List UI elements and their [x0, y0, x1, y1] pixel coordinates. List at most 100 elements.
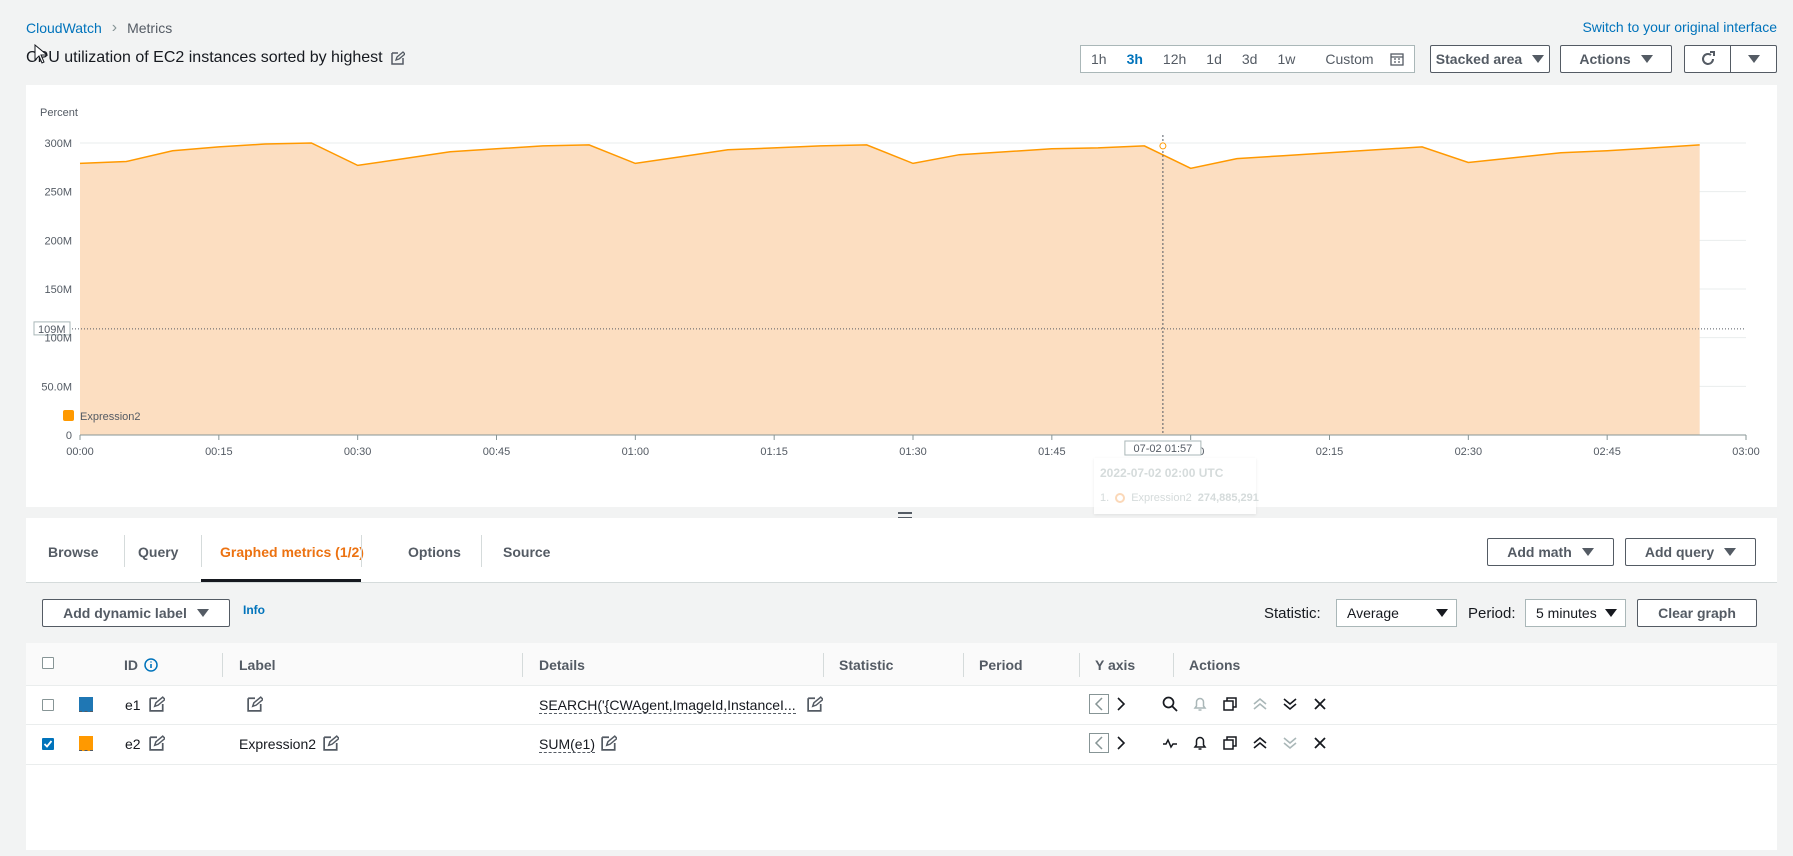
y-tick-label: 0 [66, 430, 72, 442]
edit-icon[interactable] [149, 735, 165, 751]
info-icon[interactable] [144, 658, 158, 672]
row-checkbox[interactable] [42, 738, 54, 750]
x-tick-label: 02:30 [1455, 446, 1483, 458]
row-id: e2 [125, 736, 141, 752]
time-range-1w[interactable]: 1w [1267, 51, 1305, 67]
edit-icon[interactable] [601, 735, 617, 751]
column-divider [823, 653, 824, 677]
switch-interface-link[interactable]: Switch to your original interface [1582, 19, 1777, 35]
color-swatch[interactable] [79, 697, 93, 712]
clear-graph-button[interactable]: Clear graph [1637, 599, 1757, 627]
chart-type-label: Stacked area [1435, 51, 1523, 67]
time-range-1d[interactable]: 1d [1196, 51, 1232, 67]
breadcrumb: CloudWatch › Metrics [26, 19, 172, 37]
time-range-3h[interactable]: 3h [1117, 51, 1153, 67]
caret-down-icon [1724, 548, 1737, 556]
tab-browse[interactable]: Browse [48, 544, 99, 560]
x-tick-label: 01:15 [760, 446, 788, 458]
info-link[interactable]: Info [243, 603, 265, 617]
period-select[interactable]: 5 minutes [1525, 599, 1626, 627]
row-details[interactable]: SUM(e1) [539, 736, 596, 753]
add-math-button[interactable]: Add math [1487, 538, 1614, 566]
y-axis-left-button[interactable] [1089, 694, 1109, 714]
time-range-selector: 1h 3h 12h 1d 3d 1w Custom [1080, 45, 1415, 73]
column-header-period: Period [979, 657, 1023, 673]
tooltip-index: 1. [1100, 492, 1110, 504]
row-label: Expression2 [239, 736, 317, 752]
cursor-label: 07-02 01:57 [1134, 443, 1193, 455]
actions-label: Actions [1579, 51, 1631, 67]
chevron-right-icon[interactable] [1113, 735, 1129, 751]
page-title: CPU utilization of EC2 instances sorted … [26, 49, 383, 66]
time-range-3d[interactable]: 3d [1232, 51, 1268, 67]
caret-down-icon [1605, 609, 1617, 617]
chevron-right-icon: › [111, 19, 118, 36]
column-divider [963, 653, 964, 677]
y-axis-left-button[interactable] [1089, 733, 1109, 753]
sparkline-icon[interactable] [1162, 735, 1178, 751]
tab-options[interactable]: Options [408, 544, 461, 560]
close-icon[interactable] [1312, 735, 1328, 751]
bell-icon [1193, 697, 1207, 711]
caret-down-icon [1532, 55, 1545, 63]
metrics-controls: Add dynamic label Info Statistic: Averag… [26, 583, 1777, 643]
add-math-label: Add math [1507, 544, 1572, 560]
time-range-custom[interactable]: Custom [1305, 51, 1413, 67]
tooltip-value: 274,885,291 [1197, 492, 1259, 504]
column-header-id: ID [124, 657, 158, 673]
active-tab-indicator [201, 579, 361, 582]
chevron-right-icon[interactable] [1113, 696, 1129, 712]
y-axis-label: Percent [40, 107, 78, 119]
statistic-select[interactable]: Average [1336, 599, 1457, 627]
column-header-details: Details [539, 657, 585, 673]
refresh-options-dropdown[interactable] [1730, 45, 1777, 73]
color-swatch[interactable] [79, 736, 93, 751]
row-details[interactable]: SEARCH('{CWAgent,ImageId,InstanceI... [539, 697, 796, 714]
tab-source[interactable]: Source [503, 544, 550, 560]
statistic-value: Average [1347, 605, 1399, 621]
metrics-table: ID Label Details Statistic Period Y axis… [26, 643, 1777, 850]
x-tick-label: 00:45 [483, 446, 511, 458]
add-query-button[interactable]: Add query [1625, 538, 1756, 566]
check-icon [43, 740, 53, 748]
actions-dropdown[interactable]: Actions [1560, 45, 1672, 73]
legend-swatch [63, 410, 74, 421]
column-divider [522, 653, 523, 677]
edit-icon[interactable] [390, 51, 405, 65]
legend-label[interactable]: Expression2 [80, 411, 141, 423]
table-row: e2 Expression2 SUM(e1) [26, 724, 1777, 765]
breadcrumb-cloudwatch-link[interactable]: CloudWatch [26, 20, 102, 36]
chart-type-dropdown[interactable]: Stacked area [1430, 45, 1550, 73]
chevron-left-icon [1094, 697, 1103, 711]
x-tick-label: 01:30 [899, 446, 927, 458]
edit-icon[interactable] [323, 735, 339, 751]
move-up-icon[interactable] [1252, 735, 1268, 751]
x-tick-label: 03:00 [1732, 446, 1760, 458]
period-value: 5 minutes [1536, 605, 1597, 621]
duplicate-icon[interactable] [1222, 735, 1238, 751]
edit-icon[interactable] [247, 696, 263, 712]
y-tick-label: 250M [44, 187, 72, 199]
column-id-label: ID [124, 657, 138, 673]
close-icon[interactable] [1312, 696, 1328, 712]
search-icon[interactable] [1162, 696, 1178, 712]
x-tick-label: 02:15 [1316, 446, 1344, 458]
tab-graphed-metrics[interactable]: Graphed metrics (1/2) [220, 544, 364, 560]
refresh-button[interactable] [1684, 45, 1731, 73]
move-down-icon[interactable] [1282, 696, 1298, 712]
edit-icon[interactable] [807, 696, 823, 712]
row-checkbox[interactable] [42, 699, 54, 711]
tab-bar: Browse Query Graphed metrics (1/2) Optio… [26, 518, 1777, 583]
add-dynamic-label-button[interactable]: Add dynamic label [42, 599, 230, 627]
edit-icon[interactable] [149, 696, 165, 712]
mouse-cursor-icon [34, 44, 48, 64]
tooltip-swatch [1115, 493, 1126, 503]
bell-icon[interactable] [1192, 735, 1208, 751]
duplicate-icon[interactable] [1222, 696, 1238, 712]
x-tick-label: 01:00 [622, 446, 650, 458]
time-range-1h[interactable]: 1h [1081, 51, 1117, 67]
x-tick-label: 00:00 [66, 446, 94, 458]
select-all-checkbox[interactable] [42, 657, 54, 669]
time-range-12h[interactable]: 12h [1153, 51, 1196, 67]
tab-query[interactable]: Query [138, 544, 178, 560]
